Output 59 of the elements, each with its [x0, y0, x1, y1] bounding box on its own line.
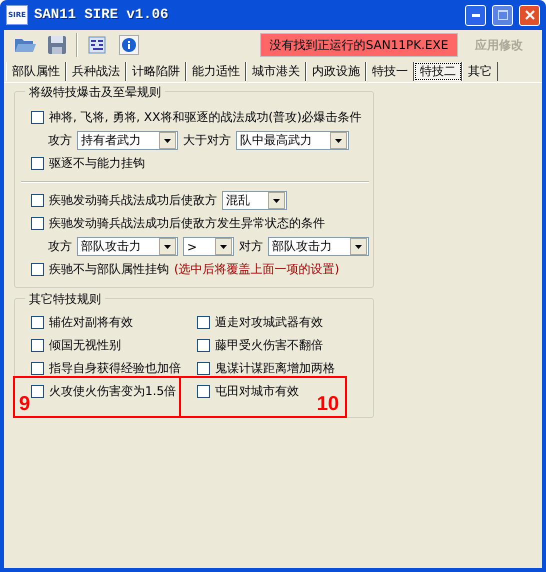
checkbox-label: 疾驰发动骑兵战法成功后使敌方发生异常状态的条件	[49, 215, 325, 232]
maximize-icon	[498, 10, 508, 20]
group-title: 其它特技规则	[25, 291, 105, 308]
checkbox[interactable]	[31, 157, 44, 170]
minimize-button[interactable]	[465, 4, 486, 26]
field-label: 对方	[239, 238, 264, 255]
close-icon	[524, 10, 534, 20]
checkbox-label: 辅佐对副将有效	[49, 314, 133, 331]
tab[interactable]: 特技二	[414, 62, 462, 81]
checkbox-label: 藤甲受火伤害不翻倍	[215, 337, 323, 354]
checkbox[interactable]	[197, 362, 210, 375]
dropdown[interactable]: 持有者武力	[77, 131, 178, 150]
checkbox[interactable]	[31, 339, 44, 352]
checkbox[interactable]	[197, 339, 210, 352]
tab[interactable]: 计略陷阱	[126, 62, 186, 81]
dropdown[interactable]: 部队攻击力	[268, 237, 370, 256]
dropdown[interactable]: 部队攻击力	[77, 237, 178, 256]
checkbox-label: 鬼谋计谋距离增加两格	[215, 360, 335, 377]
minimize-icon	[472, 14, 480, 16]
checkbox-label: 疾驰发动骑兵战法成功后使敌方	[49, 192, 217, 209]
annotation-number: 10	[316, 394, 339, 414]
checkbox-label: 倾国无视性别	[49, 337, 121, 354]
checkbox[interactable]	[31, 362, 44, 375]
checkbox[interactable]	[31, 263, 44, 276]
tab[interactable]: 其它	[462, 62, 498, 81]
tab[interactable]: 城市港关	[246, 62, 306, 81]
maximize-button[interactable]	[492, 4, 513, 26]
checkbox-label: 神将, 飞将, 勇将, XX将和驱逐的战法成功(普攻)必爆击条件	[49, 109, 362, 126]
checkbox-label: 疾驰不与部队属性挂钩	[49, 261, 169, 278]
tab[interactable]: 内政设施	[306, 62, 366, 81]
tab[interactable]: 特技一	[366, 62, 414, 81]
checkbox[interactable]	[31, 316, 44, 329]
group-title: 将级特技爆击及至晕规则	[25, 84, 165, 101]
checkbox[interactable]	[31, 111, 44, 124]
checkbox-label: 遁走对攻城武器有效	[215, 314, 323, 331]
dropdown[interactable]: 队中最高武力	[236, 131, 349, 150]
checkbox-label: 屯田对城市有效	[215, 383, 299, 400]
checkbox[interactable]	[197, 385, 210, 398]
checkbox[interactable]	[197, 316, 210, 329]
checkbox[interactable]	[31, 217, 44, 230]
dropdown[interactable]: 混乱	[222, 191, 287, 210]
field-label: 攻方	[48, 132, 72, 149]
close-button[interactable]	[519, 4, 540, 26]
checkbox-label: 驱逐不与能力挂钩	[49, 155, 145, 172]
checkbox[interactable]	[31, 385, 44, 398]
checkbox[interactable]	[31, 194, 44, 207]
field-label: 大于对方	[183, 132, 231, 149]
dropdown[interactable]: >	[183, 237, 234, 256]
checkbox-label: 火攻使火伤害变为1.5倍	[49, 383, 176, 400]
tab[interactable]: 兵种战法	[66, 62, 126, 81]
field-label: 攻方	[48, 238, 72, 255]
checkbox-label: 指导自身获得经验也加倍	[49, 360, 181, 377]
annotation-number: 9	[19, 394, 30, 414]
tab[interactable]: 部队属性	[6, 62, 66, 81]
status-message: 没有找到正运行的SAN11PK.EXE	[260, 33, 458, 57]
tab[interactable]: 能力适性	[186, 62, 246, 81]
window-title: SAN11 SIRE v1.06	[34, 7, 170, 23]
info-icon[interactable]	[116, 32, 142, 58]
note-text: (选中后将覆盖上面一项的设置)	[174, 261, 340, 278]
